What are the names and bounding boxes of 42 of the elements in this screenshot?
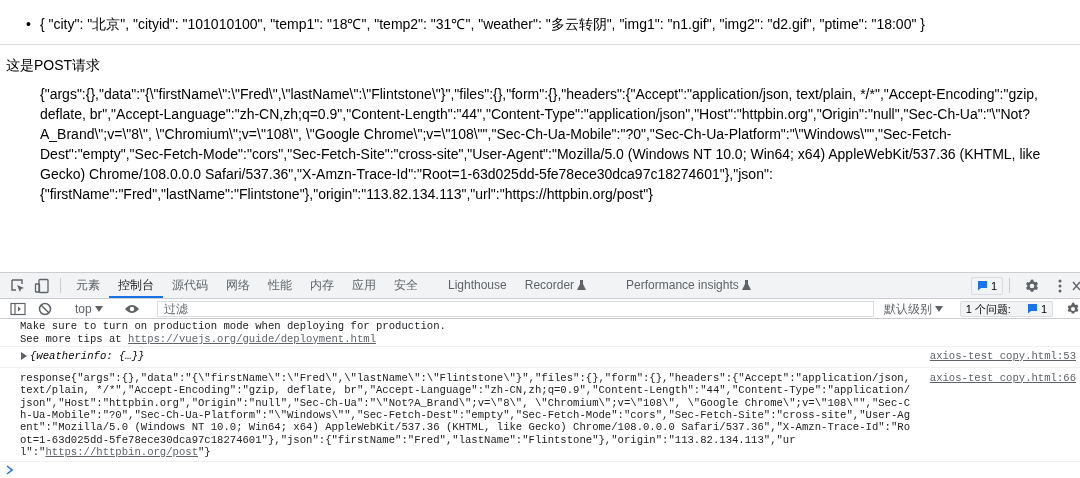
devtools-tab[interactable]: Recorder [515, 273, 596, 299]
caret-icon [94, 305, 103, 312]
caret-icon [934, 305, 943, 312]
prompt-icon [6, 464, 13, 475]
devtools-tab[interactable]: 应用 [343, 273, 385, 299]
close-icon[interactable] [1072, 281, 1080, 292]
devtools-tab[interactable]: Performance insights [617, 273, 760, 299]
devtools-tab[interactable]: 源代码 [163, 273, 217, 299]
filter-field[interactable]: 过滤 [156, 300, 874, 317]
devtools-tab[interactable]: 性能 [259, 273, 301, 299]
devtools-tab[interactable]: 安全 [385, 273, 427, 299]
source-link[interactable]: axios-test copy.html:66 [929, 371, 1076, 385]
response-text: {"args":{},"data":"{\"firstName\":\"Fred\",\"lastName\":\"Flintstone\"}","files":{},"form":{},"headers":{"Accept":"application/json, text/plain, */*","Accept-Encoding":"gzip, deflate, br","Accept-Language":"zh-CN,zh;q=0.9","Content-Length":"44","Content-Type":"application/json","Host":"httpbin.org","Origin":"null","Sec-Ch-Ua":"\"Not?A_Brand\";v=\"8\", \"Chromium\";v=\"108\", \"Google Chrome\";v=\"108\"","Sec-Ch-Ua-Mobile":"?0","Sec-Ch-Ua-Platform":"\"Windows\"","Sec-Fetch-Dest":"empty","Sec-Fetch-Mode":"cors","Sec-Fetch-Site":"cross-site","User-Agent":"Mozilla/5.0 (Windows NT 10.0; Win64; x64) AppleWebKit/537.36 (KHTML, like Gecko) Chrome/108.0.0.0 Safari/537.36","X-Amzn-Trace-Id":"Root=1-63d025dd-5fe78ece30dca97c18274601"},"json":{"firstName":"Fred","lastName":"Flintstone"},"origin":"113.82.134.113","url":"https://httpbin.org/post"} [40, 85, 1042, 204]
settings-icon[interactable] [1024, 278, 1040, 295]
sidebar-icon[interactable] [10, 301, 26, 316]
section-heading: 这是POST请求 [6, 56, 102, 75]
devtools-tab[interactable]: 网络 [217, 273, 259, 299]
devtools-tab[interactable]: 元素 [67, 273, 109, 299]
console-message: response{"args":{},"data":"{\"firstName\":\"Fred\",\"lastName\":\"Flintstone\"}","files":{},"form":{},"headers":{"Accept":"application/json, text/plain, */*","Accept-Encoding":"gzip, deflate, br","Accept-Language":"zh-CN,zh;q=0.9","Content-Length":"44","Content-Type":"application/json","Host":"httpbin.org","Origin":"null","Sec-Ch-Ua":"\"Not?A_Brand\";v=\"8\", \"Chromium\";v=\"108\", \"Google Chrome\";v=\"108\"","Sec-Ch-Ua-Mobile":"?0","Sec-Ch-Ua-Platform":"\"Windows\"","Sec-Fetch-Dest":"empty","Sec-Fetch-Mode":"cors","Sec-Fetch-Site":"cross-site","User-Agent":"Mozilla/5.0 (Windows NT 10.0; Win64; x64) AppleWebKit/537.36 (KHTML, like Gecko) Chrome/108.0.0.0 Safari/537.36","X-Amzn-Trace-Id":"Root=1-63d025dd-5fe78ece30dca97c18274601"},"json":{"firstName":"Fred","lastName":"Flintstone"},"origin":"113.82.134.113","url":"https://httpbin.org/post"} [20, 371, 912, 459]
issues-button[interactable]: 1 个问题: 1 [959, 300, 1053, 317]
source-link[interactable]: axios-test copy.html:53 [929, 350, 1076, 363]
url-link[interactable]: https://httpbin.org/post [45, 446, 198, 459]
log-level-select[interactable]: 默认级别 [879, 299, 947, 318]
devtools-tab[interactable]: 内存 [301, 273, 343, 299]
more-icon[interactable] [1058, 279, 1062, 294]
expand-arrow-icon [20, 352, 27, 361]
devtools-tab[interactable]: 控制台 [109, 273, 163, 299]
clear-icon[interactable] [38, 301, 52, 316]
console-message: Make sure to turn on production mode when deploying for production. [20, 320, 447, 333]
message-icon [1026, 303, 1038, 315]
list-item: { "city": "北京", "cityid": "101010100", "temp1": "18℃", "temp2": "31℃", "weather": "多云转阴", "img1": "n1.gif", "img2": "d2.gif", "ptime": "18:00" } [39, 15, 925, 34]
device-icon[interactable] [34, 278, 50, 295]
eye-icon[interactable] [123, 303, 140, 314]
list-bullet: • [26, 15, 31, 34]
context-select[interactable]: top [71, 299, 107, 318]
issues-button[interactable]: 1 [970, 276, 1003, 295]
devtools-tab[interactable]: Lighthouse [439, 273, 516, 299]
message-icon [976, 280, 988, 292]
console-message: See more tips at [20, 332, 123, 345]
settings-icon[interactable] [1066, 301, 1080, 316]
url-link[interactable]: https://vuejs.org/guide/deployment.html [128, 332, 376, 345]
object-toggle[interactable]: {weatherinfo: {…}} [20, 350, 145, 363]
